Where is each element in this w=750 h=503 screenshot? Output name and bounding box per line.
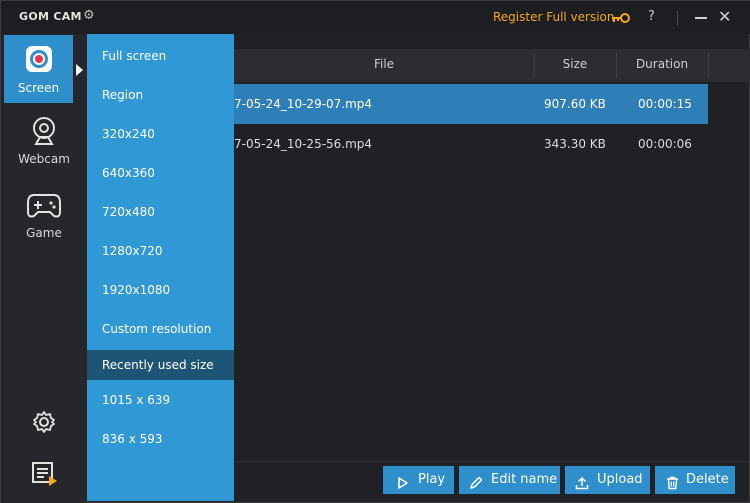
recordings-list-icon[interactable] [32, 462, 58, 490]
key-icon[interactable] [611, 10, 631, 29]
sidebar-item-game[interactable]: Game [1, 180, 87, 248]
pencil-icon [469, 473, 483, 501]
file-name-cell: 7-05-24_10-29-07.mp4 [234, 97, 373, 111]
gear-icon[interactable]: ⚙ [83, 9, 97, 23]
duration-cell: 00:00:15 [638, 97, 692, 111]
title-bar: GOM CAM ⚙ Register Full version ? ✕ [1, 1, 750, 34]
table-row[interactable]: 7-05-24_10-29-07.mp4 907.60 KB 00:00:15 [234, 84, 708, 124]
upload-label: Upload [597, 472, 643, 487]
sidebar-item-screen[interactable]: Screen [4, 35, 73, 103]
file-size-cell: 907.60 KB [544, 97, 606, 111]
delete-button[interactable]: Delete [655, 466, 735, 494]
file-size-cell: 343.30 KB [544, 137, 606, 151]
edit-name-label: Edit name [491, 472, 558, 487]
table-header: File Size Duration [234, 49, 750, 82]
file-name-cell: 7-05-24_10-25-56.mp4 [234, 137, 373, 151]
delete-label: Delete [686, 472, 729, 487]
menu-header-recently-used: Recently used size [87, 350, 234, 380]
menu-item-720x480[interactable]: 720x480 [87, 197, 234, 227]
title-separator [677, 11, 678, 25]
menu-item-recent-size[interactable]: 836 x 593 [87, 424, 234, 454]
play-label: Play [418, 472, 446, 487]
menu-item-1280x720[interactable]: 1280x720 [87, 236, 234, 266]
menu-item-full-screen[interactable]: Full screen [87, 41, 234, 71]
menu-item-custom-resolution[interactable]: Custom resolution [87, 314, 234, 344]
play-icon [397, 473, 409, 501]
column-header-size[interactable]: Size [534, 49, 616, 82]
menu-item-recent-size[interactable]: 1015 x 639 [87, 385, 234, 415]
column-separator [708, 53, 709, 78]
gom-cam-window: GOM CAM ⚙ Register Full version ? ✕ Scre… [0, 0, 750, 503]
menu-item-640x360[interactable]: 640x360 [87, 158, 234, 188]
column-header-duration[interactable]: Duration [616, 49, 708, 82]
help-button[interactable]: ? [648, 9, 655, 24]
settings-gear-icon[interactable] [32, 410, 56, 438]
sidebar-item-label: Screen [17, 81, 60, 95]
app-title: GOM CAM [19, 10, 82, 23]
sidebar-item-label: Webcam [18, 152, 70, 166]
table-bottom-divider [234, 461, 750, 462]
sidebar-item-webcam[interactable]: Webcam [1, 108, 87, 176]
upload-icon [575, 473, 589, 501]
submenu-arrow-icon [76, 64, 83, 76]
menu-item-region[interactable]: Region [87, 80, 234, 110]
menu-item-320x240[interactable]: 320x240 [87, 119, 234, 149]
record-icon [25, 45, 53, 77]
play-button[interactable]: Play [383, 466, 454, 494]
screen-size-menu: Full screen Region 320x240 640x360 720x4… [87, 34, 234, 501]
edit-name-button[interactable]: Edit name [459, 466, 560, 494]
sidebar-item-label: Game [26, 226, 62, 240]
menu-item-1920x1080[interactable]: 1920x1080 [87, 275, 234, 305]
gamepad-icon [26, 192, 62, 224]
sidebar: Screen Webcam Game [1, 34, 87, 503]
register-full-version-link[interactable]: Register Full version [493, 10, 615, 24]
column-header-file[interactable]: File [234, 49, 534, 82]
minimize-button[interactable] [695, 17, 707, 19]
duration-cell: 00:00:06 [638, 137, 692, 151]
upload-button[interactable]: Upload [565, 466, 650, 494]
trash-icon [666, 473, 679, 501]
close-button[interactable]: ✕ [718, 8, 731, 26]
table-row[interactable]: 7-05-24_10-25-56.mp4 343.30 KB 00:00:06 [234, 124, 708, 164]
webcam-icon [31, 116, 57, 150]
